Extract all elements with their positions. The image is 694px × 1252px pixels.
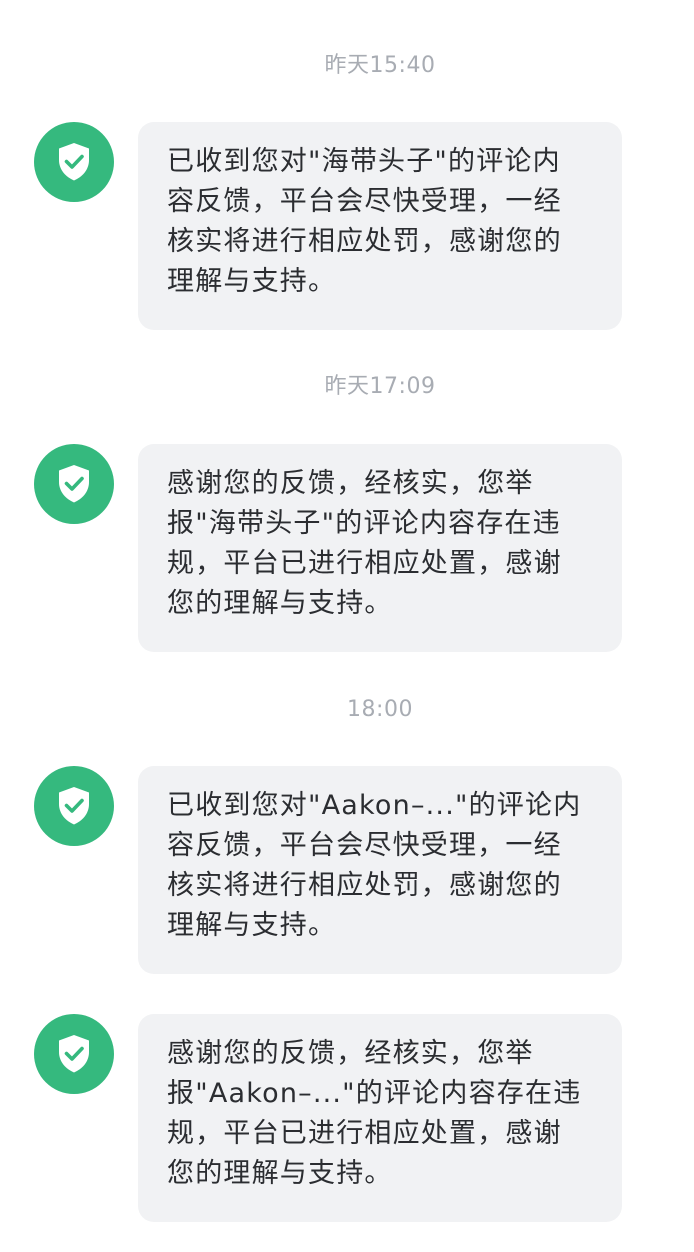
message-line: 容反馈，平台会尽快受理，一经 [167, 186, 562, 217]
message-line: 核实将进行相应处罚，感谢您的 [167, 226, 562, 257]
message-line: 感谢您的反馈，经核实，您举 [167, 468, 534, 499]
message-line: 规，平台已进行相应处置，感谢 [167, 548, 562, 579]
message-line: 您的理解与支持。 [167, 588, 393, 619]
message-line: 已收到您对"海带头子"的评论内 [167, 146, 561, 177]
shield-check-icon [59, 143, 89, 181]
message-line: 容反馈，平台会尽快受理，一经 [167, 830, 562, 861]
message-line: 您的理解与支持。 [167, 1158, 393, 1189]
message-bubble: 感谢您的反馈，经核实，您举 报"Aakon–..."的评论内容存在违 规，平台已… [138, 1014, 622, 1222]
shield-check-icon [59, 787, 89, 825]
message-bubble: 已收到您对"Aakon–..."的评论内 容反馈，平台会尽快受理，一经 核实将进… [138, 766, 622, 974]
message-timestamp: 18:00 [347, 697, 413, 722]
shield-check-icon [59, 465, 89, 503]
avatar[interactable] [34, 122, 114, 202]
shield-check-icon [59, 1035, 89, 1073]
avatar[interactable] [34, 766, 114, 846]
message-bubble: 感谢您的反馈，经核实，您举 报"海带头子"的评论内容存在违 规，平台已进行相应处… [138, 444, 622, 652]
avatar[interactable] [34, 1014, 114, 1094]
message-line: 报"Aakon–..."的评论内容存在违 [167, 1078, 582, 1109]
chat-thread: 昨天15:40 已收到您对"海带头子"的评论内 容反馈，平台会尽快受理，一经 核… [0, 0, 694, 1252]
message-line: 理解与支持。 [167, 266, 337, 297]
message-bubble: 已收到您对"海带头子"的评论内 容反馈，平台会尽快受理，一经 核实将进行相应处罚… [138, 122, 622, 330]
message-line: 已收到您对"Aakon–..."的评论内 [167, 790, 582, 821]
message-line: 报"海带头子"的评论内容存在违 [167, 508, 561, 539]
message-line: 核实将进行相应处罚，感谢您的 [167, 870, 562, 901]
message-line: 规，平台已进行相应处置，感谢 [167, 1118, 562, 1149]
message-timestamp: 昨天17:09 [324, 374, 436, 399]
message-timestamp: 昨天15:40 [324, 53, 436, 78]
message-line: 理解与支持。 [167, 910, 337, 941]
message-line: 感谢您的反馈，经核实，您举 [167, 1038, 534, 1069]
avatar[interactable] [34, 444, 114, 524]
